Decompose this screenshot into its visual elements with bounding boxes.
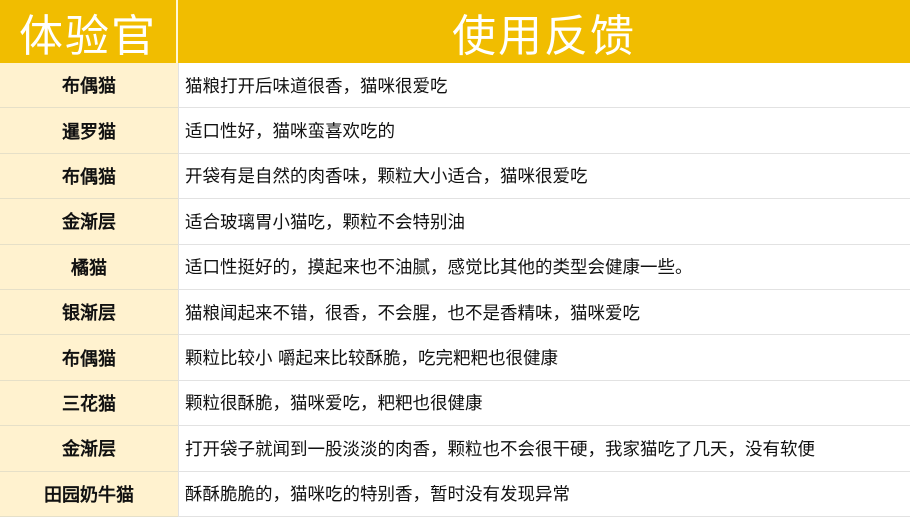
feedback-text: 适口性挺好的，摸起来也不油腻，感觉比其他的类型会健康一些。	[178, 244, 910, 290]
header-feedback: 使用反馈	[178, 0, 910, 63]
feedback-table: 体验官 使用反馈 布偶猫 猫粮打开后味道很香，猫咪很爱吃 暹罗猫 适口性好，猫咪…	[0, 0, 910, 517]
feedback-text: 颗粒比较小 嚼起来比较酥脆，吃完粑粑也很健康	[178, 335, 910, 381]
header-reviewer: 体验官	[0, 0, 178, 63]
reviewer-name: 布偶猫	[0, 335, 178, 381]
feedback-text: 酥酥脆脆的，猫咪吃的特别香，暂时没有发现异常	[178, 471, 910, 517]
reviewer-name: 暹罗猫	[0, 108, 178, 154]
feedback-text: 适合玻璃胃小猫吃，颗粒不会特别油	[178, 199, 910, 245]
reviewer-name: 金渐层	[0, 199, 178, 245]
reviewer-name: 银渐层	[0, 289, 178, 336]
feedback-text: 猫粮打开后味道很香，猫咪很爱吃	[178, 63, 910, 109]
reviewer-name: 布偶猫	[0, 63, 178, 109]
reviewer-name: 橘猫	[0, 244, 178, 290]
feedback-text: 猫粮闻起来不错，很香，不会腥，也不是香精味，猫咪爱吃	[178, 289, 910, 336]
reviewer-name: 金渐层	[0, 426, 178, 472]
feedback-text: 开袋有是自然的肉香味，颗粒大小适合，猫咪很爱吃	[178, 153, 910, 200]
reviewer-name: 布偶猫	[0, 153, 178, 200]
feedback-text: 打开袋子就闻到一股淡淡的肉香，颗粒也不会很干硬，我家猫吃了几天，没有软便	[178, 426, 910, 472]
reviewer-name: 田园奶牛猫	[0, 471, 178, 517]
feedback-text: 适口性好，猫咪蛮喜欢吃的	[178, 108, 910, 154]
reviewer-name: 三花猫	[0, 380, 178, 427]
feedback-text: 颗粒很酥脆，猫咪爱吃，粑粑也很健康	[178, 380, 910, 427]
